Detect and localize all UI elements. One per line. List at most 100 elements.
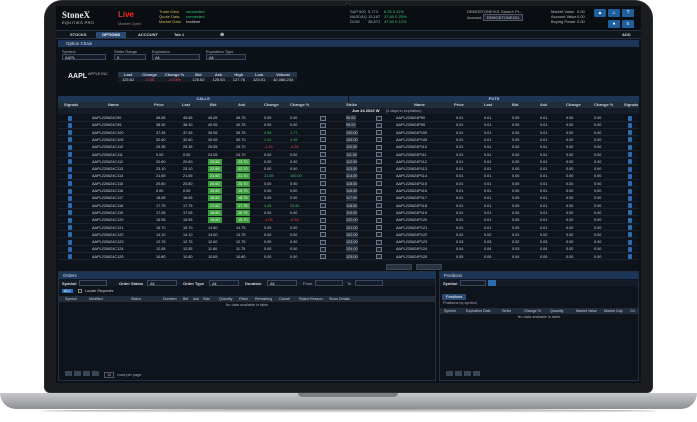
put-signal-button[interactable] (628, 232, 632, 238)
chain-row[interactable]: AAPL220624C114 21.65 21.65 21.60 21.70 21.65 1… (58, 173, 639, 180)
first-page-button[interactable] (65, 371, 72, 376)
chain-row[interactable]: AAPL220624C113 23.10 23.10 22.55 22.70 0.00 0.… (58, 166, 639, 173)
put-signal-button[interactable] (628, 254, 632, 260)
last-page-button[interactable] (473, 371, 480, 376)
call-order-button[interactable] (320, 203, 326, 209)
call-signal-button[interactable] (68, 173, 72, 179)
positions-column-header[interactable]: Symbol (444, 308, 456, 314)
chain-row[interactable]: AAPL220624C119 17.05 17.05 16.60 16.75 0.00 0.… (58, 209, 639, 217)
first-page-button[interactable] (446, 371, 453, 376)
put-order-button[interactable] (376, 239, 382, 245)
put-signal-button[interactable] (628, 122, 632, 128)
call-order-button[interactable] (320, 159, 326, 165)
call-signal-button[interactable] (68, 144, 72, 150)
call-signal-button[interactable] (68, 181, 72, 187)
chain-row[interactable]: AAPL220624C111 0.00 0.00 24.55 24.70 0.00 0.00… (58, 151, 639, 159)
rows-per-page-select[interactable]: 10 (104, 372, 115, 378)
put-signal-button[interactable] (628, 203, 632, 209)
positions-column-header[interactable]: Strike (502, 308, 511, 314)
last-page-button[interactable] (92, 371, 99, 376)
all-orders-button[interactable]: ALL (62, 289, 73, 293)
chain-row[interactable]: AAPL220624C115 20.80 20.80 20.60 20.70 0.00 0.… (58, 180, 639, 188)
chain-row[interactable]: AAPL220624C124 12.55 12.55 11.60 11.75 0.00 0.… (58, 246, 639, 253)
prev-page-button[interactable] (455, 371, 462, 376)
positions-column-header[interactable]: Market Value (576, 308, 597, 314)
add-tab-icon[interactable]: ⊕ (214, 32, 230, 38)
next-page-button[interactable] (464, 371, 471, 376)
put-order-button[interactable] (376, 122, 382, 128)
orders-column-header[interactable]: Filled (239, 296, 248, 302)
call-signal-button[interactable] (68, 159, 72, 165)
call-order-button[interactable] (320, 188, 326, 194)
put-order-button[interactable] (376, 152, 382, 157)
call-signal-button[interactable] (68, 195, 72, 201)
order-status-select[interactable]: All (147, 280, 177, 286)
call-signal-button[interactable] (68, 166, 72, 172)
call-signal-button[interactable] (68, 217, 72, 223)
orders-column-header[interactable]: Show Details (329, 296, 350, 302)
call-signal-button[interactable] (68, 225, 72, 230)
strike-range-select[interactable]: 5 (114, 54, 146, 60)
put-signal-button[interactable] (628, 195, 632, 201)
positions-symbol-input[interactable] (460, 280, 486, 286)
put-order-button[interactable] (376, 203, 382, 209)
symbol-input[interactable]: AAPL (62, 54, 106, 60)
call-order-button[interactable] (320, 181, 326, 187)
orders-column-header[interactable]: Symbol (65, 296, 77, 302)
orders-column-header[interactable]: Modified (89, 296, 103, 302)
put-signal-button[interactable] (628, 152, 632, 157)
call-signal-button[interactable] (68, 232, 72, 238)
chain-row[interactable]: AAPL220624C90 45.65 45.65 45.55 45.75 0.00 0.0… (58, 115, 639, 122)
bell-icon[interactable]: ▲ (594, 9, 606, 17)
call-signal-button[interactable] (68, 152, 72, 157)
call-order-button[interactable] (320, 210, 326, 216)
chain-row[interactable]: AAPL220624C95 38.30 38.30 40.55 40.75 0.00 0.0… (58, 122, 639, 129)
call-order-button[interactable] (320, 173, 326, 179)
orders-column-header[interactable]: Status (131, 296, 141, 302)
put-order-button[interactable] (376, 254, 382, 260)
put-order-button[interactable] (376, 115, 382, 121)
put-order-button[interactable] (376, 130, 382, 136)
prev-page-button[interactable] (74, 371, 81, 376)
chain-row[interactable]: AAPL220624C100 37.45 37.45 35.55 35.75 0.65 1.… (58, 129, 639, 137)
orders-column-header[interactable]: Bid (183, 296, 188, 302)
positions-column-header[interactable]: Expiration Date (466, 308, 491, 314)
call-signal-button[interactable] (68, 210, 72, 216)
expiry-row[interactable]: Jun 24 2022 W (2 days to expiration) (58, 108, 639, 114)
put-order-button[interactable] (376, 246, 382, 252)
put-order-button[interactable] (376, 210, 382, 216)
put-signal-button[interactable] (628, 144, 632, 150)
chain-row[interactable]: AAPL220624C116 0.00 0.00 19.60 19.70 0.00 0.00… (58, 188, 639, 195)
call-signal-button[interactable] (68, 203, 72, 209)
chain-row[interactable]: AAPL220624C123 12.75 12.75 12.60 12.75 0.00 0.… (58, 239, 639, 246)
call-order-button[interactable] (320, 144, 326, 150)
put-signal-button[interactable] (628, 217, 632, 223)
call-order-button[interactable] (320, 152, 326, 157)
add-widget-button[interactable]: ADD (616, 32, 637, 38)
next-strikes-button[interactable] (416, 264, 442, 270)
orders-column-header[interactable]: Quantity (219, 296, 232, 302)
tab-options[interactable]: OPTIONS (96, 32, 127, 38)
call-order-button[interactable] (320, 115, 326, 121)
orders-column-header[interactable]: Duration (163, 296, 177, 302)
put-signal-button[interactable] (628, 225, 632, 230)
call-order-button[interactable] (320, 122, 326, 128)
order-type-select[interactable]: All (209, 280, 239, 286)
orders-column-header[interactable]: Ask (193, 296, 199, 302)
put-order-button[interactable] (376, 181, 382, 187)
put-signal-button[interactable] (628, 246, 632, 252)
put-order-button[interactable] (376, 173, 382, 179)
positions-column-header[interactable]: Change % (524, 308, 541, 314)
user-icon[interactable]: ● (608, 20, 620, 28)
positions-search-button[interactable] (488, 280, 496, 286)
tab-stocks[interactable]: STOCKS (64, 32, 93, 38)
put-signal-button[interactable] (628, 166, 632, 172)
orders-column-header[interactable]: Side (203, 296, 210, 302)
chain-row[interactable]: AAPL220624C125 10.80 10.80 10.65 10.80 0.00 0.… (58, 253, 639, 261)
expiration-type-select[interactable]: All (206, 54, 246, 60)
duration-select[interactable]: All (267, 280, 297, 286)
positions-column-header[interactable]: Market Cap (604, 308, 623, 314)
put-signal-button[interactable] (628, 137, 632, 143)
positions-column-header[interactable]: Quantity (550, 308, 563, 314)
bank-icon[interactable]: ⌂ (608, 9, 620, 17)
